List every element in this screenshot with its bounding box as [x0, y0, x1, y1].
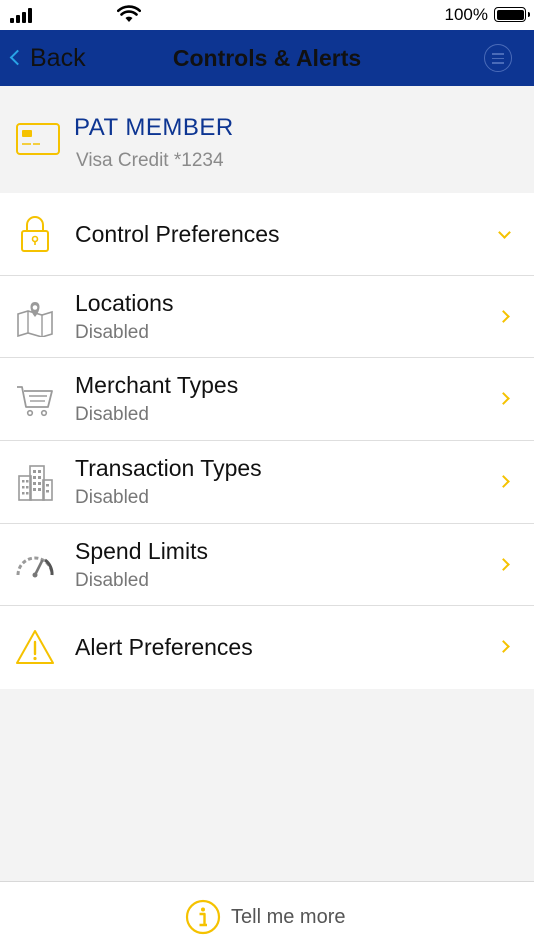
- lock-icon: [21, 216, 49, 252]
- tell-me-more-label: Tell me more: [231, 905, 346, 928]
- merchant-types-row[interactable]: Merchant Types Disabled: [0, 358, 534, 442]
- locations-status: Disabled: [75, 321, 149, 343]
- chevron-right-icon: [497, 392, 510, 406]
- nav-bar: Back Controls & Alerts: [0, 30, 534, 86]
- control-preferences-row[interactable]: Control Preferences: [0, 193, 534, 276]
- chevron-right-icon: [497, 475, 510, 488]
- tell-me-more-button[interactable]: Tell me more: [185, 898, 345, 936]
- spend-limits-label: Spend Limits: [75, 537, 208, 564]
- chevron-right-icon: [497, 309, 510, 323]
- menu-button[interactable]: [484, 44, 512, 72]
- battery-icon: [494, 7, 530, 22]
- chevron-right-icon: [497, 557, 510, 571]
- transaction-types-row[interactable]: Transaction Types Disabled: [0, 441, 534, 524]
- info-icon: [185, 899, 221, 935]
- card-description: Visa Credit *1234: [76, 150, 224, 171]
- shopping-cart-icon: [17, 386, 53, 417]
- alert-preferences-row[interactable]: Alert Preferences: [0, 606, 534, 689]
- wifi-icon: [117, 5, 141, 22]
- card-header: PAT MEMBER Visa Credit *1234: [0, 86, 534, 193]
- card-holder-name: PAT MEMBER: [74, 114, 234, 141]
- spend-limits-status: Disabled: [75, 569, 149, 591]
- credit-card-icon: [16, 123, 60, 155]
- merchant-types-status: Disabled: [75, 404, 149, 426]
- alert-preferences-label: Alert Preferences: [75, 634, 253, 661]
- chevron-right-icon: [497, 640, 510, 654]
- warning-icon: [16, 630, 54, 665]
- cellular-signal-icon: [10, 7, 36, 23]
- chevron-down-icon: [498, 226, 511, 239]
- transaction-types-label: Transaction Types: [75, 455, 262, 482]
- controls-list: Control Preferences Locations Disabled M…: [0, 193, 534, 690]
- back-label: Back: [30, 43, 86, 72]
- spend-limits-row[interactable]: Spend Limits Disabled: [0, 524, 534, 607]
- map-pin-icon: [17, 301, 53, 337]
- transaction-types-status: Disabled: [75, 487, 149, 509]
- locations-row[interactable]: Locations Disabled: [0, 276, 534, 359]
- back-chevron-icon: [9, 49, 26, 65]
- locations-label: Locations: [75, 289, 174, 316]
- status-bar: 100%: [0, 0, 534, 30]
- footer: Tell me more: [0, 881, 534, 950]
- control-preferences-label: Control Preferences: [75, 221, 280, 247]
- battery-percent: 100%: [444, 5, 488, 24]
- buildings-icon: [18, 465, 53, 501]
- merchant-types-label: Merchant Types: [75, 372, 239, 399]
- back-button[interactable]: Back: [9, 30, 86, 86]
- speedometer-icon: [16, 556, 54, 578]
